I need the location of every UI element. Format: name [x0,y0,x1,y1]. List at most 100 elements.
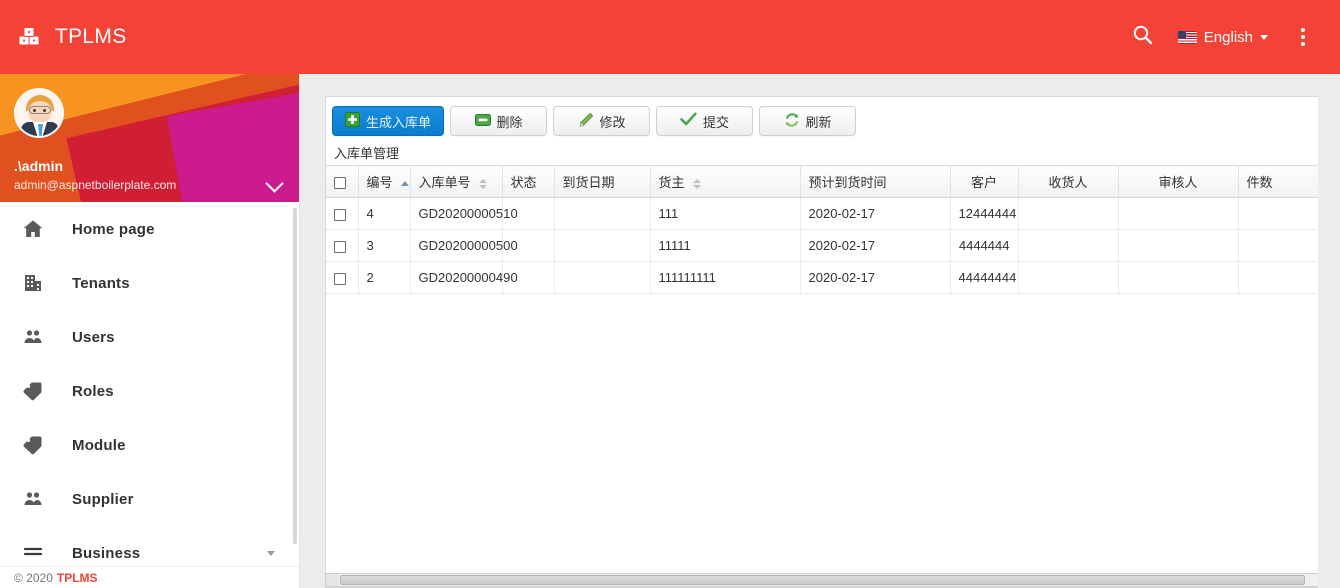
sidebar-item-roles[interactable]: Roles [0,364,299,418]
boxes-icon [18,24,44,50]
inbound-order-panel: 生成入库单 删除 修改 提交 刷新 入库单管理 编号 入库单号 状态 到货日期 … [325,96,1340,588]
sidebar-item-supplier[interactable]: Supplier [0,472,299,526]
sidebar-item-label: Supplier [72,490,134,508]
copyright-text: © 2020 [14,570,53,585]
users-icon [20,324,46,350]
submit-button[interactable]: 提交 [656,106,754,136]
cell-receiver [1018,229,1119,262]
tag-icon [20,432,46,458]
sidebar-user-header: .\admin admin@aspnetboilerplate.com [0,74,299,202]
table-row[interactable]: 4 GD2020000051 0 111 2020-02-17 12444444… [326,197,1340,230]
cell-id: 3 [358,229,411,262]
horizontal-scrollbar[interactable] [325,573,1340,587]
sidebar-footer: © 2020 TPLMS [0,566,299,588]
plus-icon [345,112,360,130]
us-flag-icon [1177,30,1197,44]
cell-customer: 44444444 [950,261,1019,294]
sidebar-scrollbar[interactable] [293,208,297,544]
column-header-owner[interactable]: 货主 [650,165,801,198]
minus-box-icon [474,113,491,129]
user-email: admin@aspnetboilerplate.com [14,178,177,192]
cell-arrival-date [554,229,651,262]
sort-ascending-icon [401,181,410,187]
row-select-cell[interactable] [326,197,359,230]
row-checkbox[interactable] [334,208,346,221]
sidebar-item-module[interactable]: Module [0,418,299,472]
sidebar-item-label: Roles [72,382,114,400]
button-label: 删除 [496,114,523,130]
column-header-auditor[interactable]: 审核人 [1118,165,1239,198]
home-icon [20,216,46,242]
cell-arrival-date [554,197,651,230]
column-label: 客户 [970,175,997,190]
sidebar-item-users[interactable]: Users [0,310,299,364]
column-header-arrival-date[interactable]: 到货日期 [554,165,651,198]
search-icon [1132,24,1153,50]
row-select-cell[interactable] [326,229,359,262]
cell-auditor [1118,261,1239,294]
column-header-id[interactable]: 编号 [358,165,411,198]
sidebar-user-info: .\admin admin@aspnetboilerplate.com [14,158,176,192]
building-icon [20,270,46,296]
kebab-menu-icon [1301,28,1305,46]
cell-receiver [1018,261,1119,294]
sidebar: .\admin admin@aspnetboilerplate.com Home… [0,74,300,588]
cell-arrival-date [554,261,651,294]
cell-receiver [1018,197,1119,230]
sidebar-item-tenants[interactable]: Tenants [0,256,299,310]
avatar[interactable] [14,88,64,138]
button-label: 修改 [599,114,626,130]
edit-button[interactable]: 修改 [553,106,651,136]
sidebar-item-label: Users [72,328,115,346]
search-button[interactable] [1120,14,1166,60]
delete-button[interactable]: 删除 [450,106,548,136]
column-label: 到货日期 [562,175,615,190]
scrollbar-thumb[interactable] [340,575,1305,585]
sidebar-item-label: Business [72,544,141,562]
button-label: 刷新 [805,114,832,130]
overflow-menu-button[interactable] [1280,14,1326,60]
cell-auditor [1118,197,1239,230]
tag-icon [20,378,46,404]
content-right-gutter [1318,74,1340,588]
column-header-eta[interactable]: 预计到货时间 [800,165,951,198]
scroll-left-arrow[interactable] [326,574,339,586]
app-header: TPLMS English [0,0,1340,74]
table-row[interactable]: 3 GD2020000050 0 11111 2020-02-17 444444… [326,229,1340,262]
refresh-button[interactable]: 刷新 [759,106,857,136]
cell-order-no: GD2020000051 [410,197,510,230]
cell-auditor [1118,229,1239,262]
table-header-row: 编号 入库单号 状态 到货日期 货主 预计到货时间 客户 收货人 审核人 件数 [326,165,1340,198]
column-label: 收货人 [1048,175,1088,190]
cell-eta: 2020-02-17 [800,197,951,230]
header-select-all[interactable] [326,165,359,198]
sidebar-item-label: Tenants [72,274,130,292]
footer-brand-link[interactable]: TPLMS [57,571,98,585]
select-all-checkbox[interactable] [334,176,346,189]
column-header-status[interactable]: 状态 [502,165,555,198]
row-select-cell[interactable] [326,261,359,294]
users-icon [20,486,46,512]
column-header-receiver[interactable]: 收货人 [1018,165,1119,198]
app-root: TPLMS English .\admin admin@aspnetboiler… [0,0,1340,588]
chevron-down-icon [1260,34,1268,40]
data-grid: 编号 入库单号 状态 到货日期 货主 预计到货时间 客户 收货人 审核人 件数 … [326,165,1340,294]
user-name: .\admin [14,158,64,174]
brand[interactable]: TPLMS [18,24,127,50]
button-label: 生成入库单 [366,114,432,130]
table-row[interactable]: 2 GD2020000049 0 111111111 2020-02-17 44… [326,261,1340,294]
column-header-order-no[interactable]: 入库单号 [410,165,503,198]
sidebar-item-home-page[interactable]: Home page [0,202,299,256]
sort-toggle-icon [479,178,488,189]
cell-customer: 4444444 [950,229,1019,262]
brand-title: TPLMS [55,25,127,48]
row-checkbox[interactable] [334,272,346,285]
chevron-down-icon[interactable] [268,177,284,187]
language-selector[interactable]: English [1166,29,1280,46]
create-inbound-order-button[interactable]: 生成入库单 [332,106,445,136]
sidebar-item-label: Module [72,436,126,454]
check-icon [680,112,697,130]
row-checkbox[interactable] [334,240,346,253]
column-header-customer[interactable]: 客户 [950,165,1019,198]
list-icon [20,540,46,566]
